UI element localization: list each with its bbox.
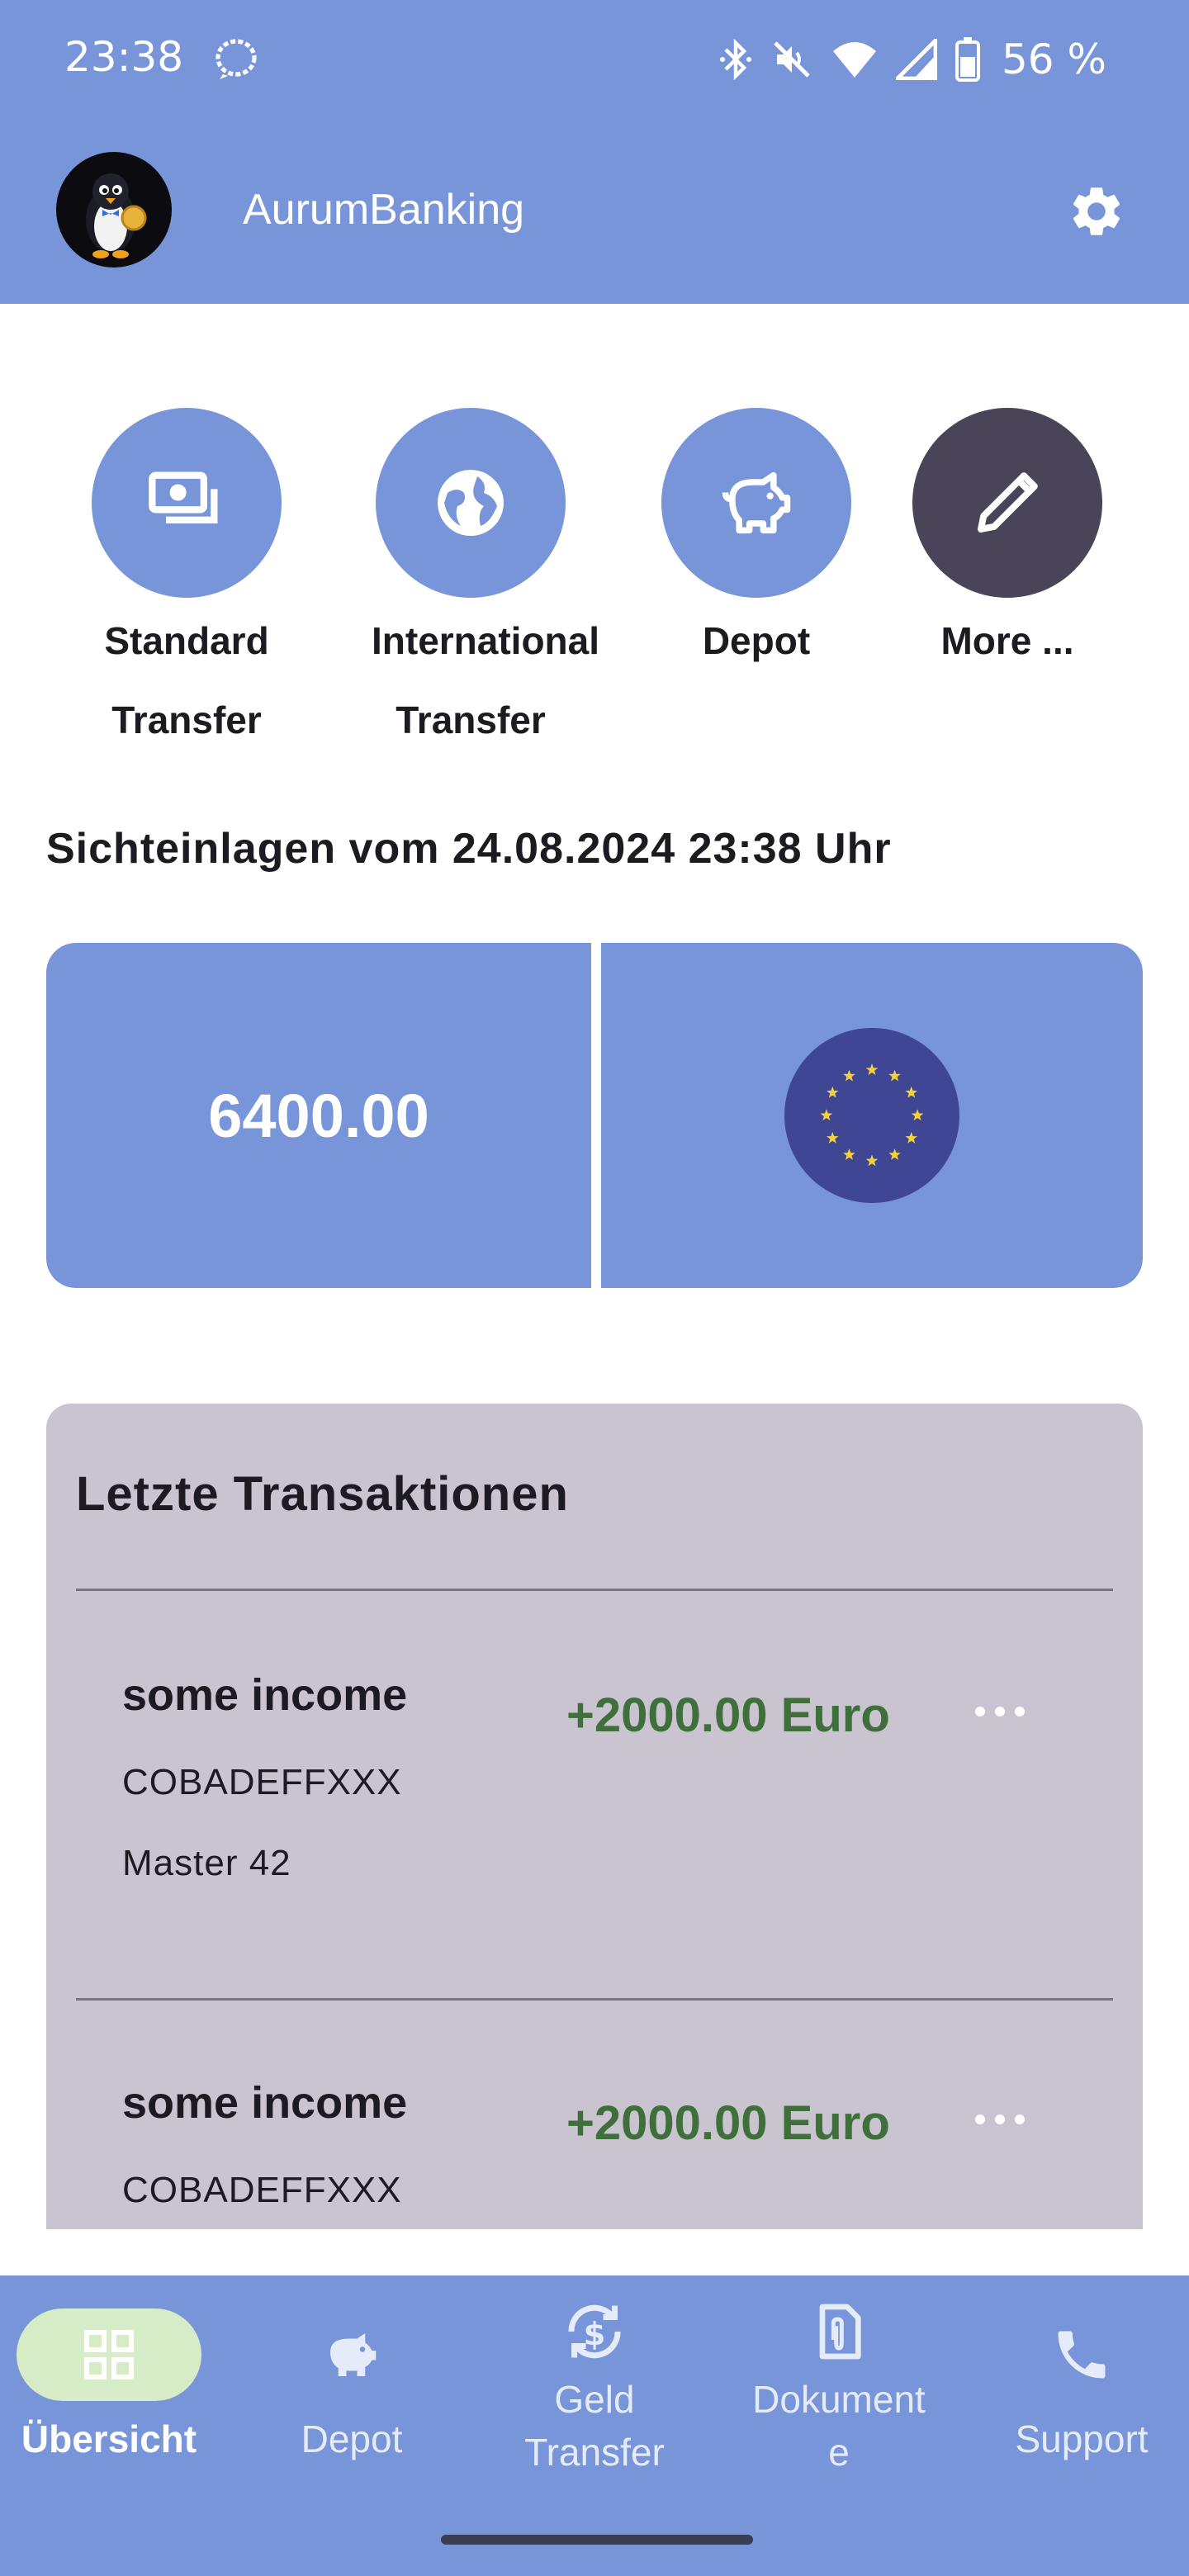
more-label: More ... xyxy=(940,619,1074,662)
transaction-amount: +2000.00 Euro xyxy=(566,2096,890,2150)
nav-icon-wrap xyxy=(259,2308,444,2401)
balance-heading: Sichteinlagen vom 24.08.2024 23:38 Uhr xyxy=(46,825,892,873)
divider xyxy=(76,1998,1113,2001)
transaction-row[interactable]: some income COBADEFFXXX Master 42 +2000.… xyxy=(46,1669,1143,2000)
cell-signal-icon xyxy=(895,39,937,80)
more-options-icon[interactable] xyxy=(973,2107,1027,2132)
app-title: AurumBanking xyxy=(243,186,525,234)
nav-label: Depot xyxy=(301,2417,403,2460)
nav-label: Dokument e xyxy=(752,2378,926,2474)
currency-tile[interactable] xyxy=(601,943,1143,1288)
nav-item-depot[interactable]: Depot xyxy=(233,2308,471,2465)
transaction-bic: COBADEFFXXX xyxy=(122,1762,402,1802)
international-transfer-button[interactable]: International Transfer xyxy=(372,408,600,760)
top-bar: 23:38 56 % AurumBanking xyxy=(0,0,1189,304)
nav-label: Support xyxy=(1015,2417,1149,2460)
divider xyxy=(76,1589,1113,1591)
nav-icon-wrap xyxy=(746,2290,931,2373)
svg-text:$: $ xyxy=(584,2316,606,2353)
bottom-navigation: Übersicht Depot $ Geld Transfer Dokument… xyxy=(0,2275,1189,2576)
piggy-bank-icon xyxy=(722,471,791,534)
transactions-card: Letzte Transaktionen some income COBADEF… xyxy=(46,1404,1143,2229)
signal-app-icon xyxy=(216,39,257,79)
battery-icon xyxy=(955,37,980,82)
currency-exchange-icon: $ xyxy=(568,2304,621,2359)
transactions-title: Letzte Transaktionen xyxy=(76,1467,569,1521)
pencil-icon xyxy=(978,472,1038,533)
globe-icon xyxy=(438,470,504,536)
nav-active-indicator xyxy=(17,2308,201,2401)
international-transfer-circle[interactable] xyxy=(376,408,566,598)
more-button[interactable]: More ... xyxy=(908,408,1106,680)
international-transfer-label: International Transfer xyxy=(372,619,600,741)
banknotes-icon xyxy=(149,471,218,523)
standard-transfer-label: Standard Transfer xyxy=(104,619,269,741)
status-icons: 56 % xyxy=(719,36,1106,83)
depot-label: Depot xyxy=(702,619,811,662)
depot-button[interactable]: Depot xyxy=(657,408,855,680)
eu-flag-icon xyxy=(784,1028,959,1203)
app-bar: AurumBanking xyxy=(0,152,1189,268)
document-attachment-icon xyxy=(819,2304,861,2360)
transaction-name: some income xyxy=(122,1670,408,1720)
nav-item-money-transfer[interactable]: $ Geld Transfer xyxy=(476,2290,713,2479)
nav-label: Geld Transfer xyxy=(524,2378,665,2474)
transaction-row[interactable]: some income COBADEFFXXX +2000.00 Euro xyxy=(46,2077,1143,2229)
transaction-name: some income xyxy=(122,2078,408,2128)
mute-icon xyxy=(774,41,810,78)
bluetooth-icon xyxy=(719,38,751,81)
more-options-icon[interactable] xyxy=(973,1699,1027,1724)
nav-item-overview[interactable]: Übersicht xyxy=(0,2308,228,2465)
nav-icon-wrap: $ xyxy=(502,2290,687,2373)
gear-icon[interactable] xyxy=(1067,182,1126,241)
piggy-bank-icon xyxy=(330,2333,377,2376)
wifi-icon xyxy=(832,42,876,78)
transaction-amount: +2000.00 Euro xyxy=(566,1688,890,1742)
nav-label: Übersicht xyxy=(21,2417,197,2460)
nav-item-support[interactable]: Support xyxy=(963,2308,1189,2465)
depot-circle[interactable] xyxy=(661,408,851,598)
status-bar: 23:38 56 % xyxy=(0,0,1189,119)
transaction-reference: Master 42 xyxy=(122,1843,291,1883)
battery-percent: 56 % xyxy=(1001,36,1106,83)
balance-amount: 6400.00 xyxy=(208,1081,429,1150)
balance-amount-tile[interactable]: 6400.00 xyxy=(46,943,591,1288)
transaction-bic: COBADEFFXXX xyxy=(122,2170,402,2210)
gesture-handle[interactable] xyxy=(441,2535,753,2545)
penguin-logo-icon[interactable] xyxy=(56,152,172,268)
standard-transfer-circle[interactable] xyxy=(92,408,282,598)
grid-icon xyxy=(84,2330,134,2379)
nav-item-documents[interactable]: Dokument e xyxy=(720,2290,958,2479)
phone-icon xyxy=(1058,2331,1106,2379)
nav-icon-wrap xyxy=(989,2308,1174,2401)
more-circle[interactable] xyxy=(912,408,1102,598)
standard-transfer-button[interactable]: Standard Transfer xyxy=(88,408,286,760)
status-time: 23:38 xyxy=(64,33,184,81)
